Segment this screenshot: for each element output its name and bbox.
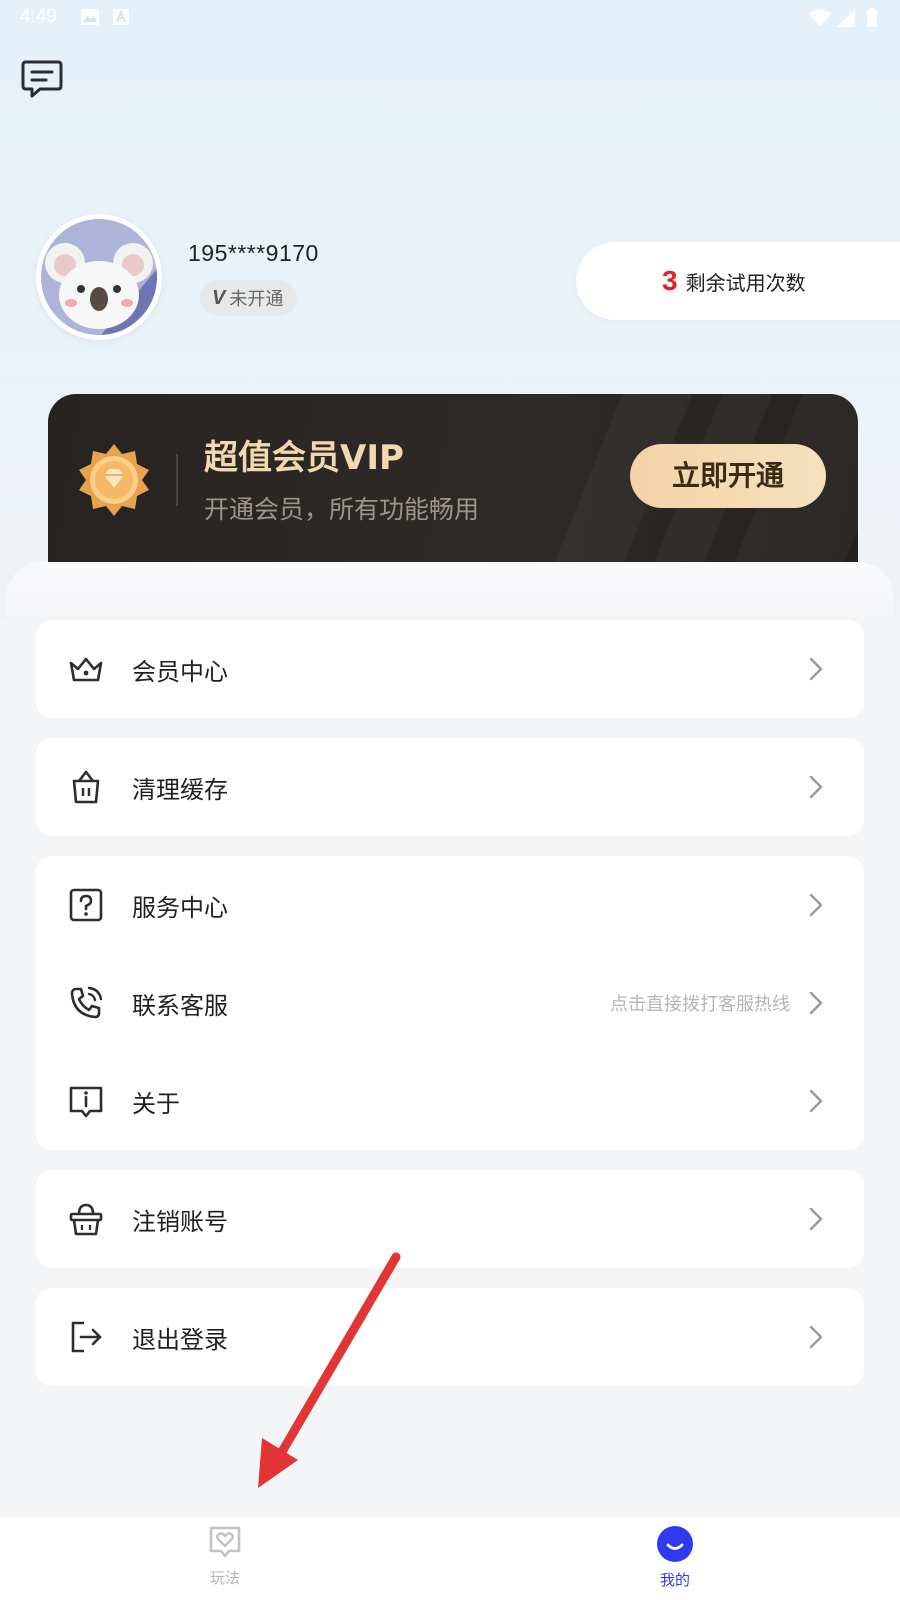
menu-card-delete-account: 注销账号: [36, 1170, 864, 1268]
trash-bin-icon: [72, 770, 100, 804]
about-row[interactable]: 关于: [36, 1052, 864, 1150]
tab-mine[interactable]: 我的: [615, 1525, 735, 1590]
diamond-medal-icon: [79, 444, 149, 516]
crown-icon: [69, 657, 103, 682]
tab-play-label: 玩法: [209, 1569, 240, 1587]
tab-play[interactable]: 玩法: [165, 1525, 285, 1588]
chevron-right-icon: [809, 1089, 823, 1113]
chevron-right-icon: [809, 991, 823, 1015]
open-vip-button[interactable]: 立即开通: [630, 444, 826, 508]
clear-cache-row[interactable]: 清理缓存: [36, 738, 864, 836]
member-center-row[interactable]: 会员中心: [36, 620, 864, 718]
chevron-right-icon: [809, 1207, 823, 1231]
logout-icon: [71, 1321, 102, 1353]
vip-badge-letter: V: [212, 286, 226, 309]
trial-label: 剩余试用次数: [685, 270, 806, 295]
phone-call-icon: [70, 986, 103, 1019]
contact-service-row[interactable]: 联系客服 点击直接拨打客服热线: [36, 954, 864, 1052]
tab-mine-label: 我的: [659, 1571, 690, 1589]
chevron-right-icon: [809, 657, 823, 681]
status-time: 4:49: [20, 6, 57, 27]
vip-promo-card[interactable]: 超值会员VIP 开通会员，所有功能畅用 立即开通: [48, 394, 858, 564]
menu-card-cache: 清理缓存: [36, 738, 864, 836]
wifi-icon: [809, 9, 831, 27]
service-center-row[interactable]: 服务中心: [36, 856, 864, 954]
menu-card-member: 会员中心: [36, 620, 864, 718]
logout-row[interactable]: 退出登录: [36, 1288, 864, 1386]
bottom-tab-bar: 玩法 我的: [0, 1516, 900, 1600]
info-icon: [69, 1086, 103, 1118]
menu-card-logout: 退出登录: [36, 1288, 864, 1386]
avatar[interactable]: [36, 214, 162, 340]
logout-label: 退出登录: [132, 1325, 228, 1354]
battery-icon: [867, 8, 877, 27]
signal-icon: [837, 9, 855, 27]
trial-count-pill[interactable]: 3 剩余试用次数: [576, 242, 900, 320]
chevron-right-icon: [809, 1325, 823, 1349]
app-notification-icon: [113, 9, 129, 25]
content-sheet-top: [6, 562, 894, 622]
service-center-label: 服务中心: [132, 893, 228, 922]
delete-account-row[interactable]: 注销账号: [36, 1170, 864, 1268]
about-label: 关于: [132, 1089, 180, 1118]
menu-card-service: 服务中心 联系客服 点击直接拨打客服热线 关于: [36, 856, 864, 1150]
vip-status-badge: V 未开通: [200, 280, 298, 316]
smile-icon: [657, 1526, 693, 1562]
heart-card-icon: [209, 1526, 241, 1558]
vip-subtitle: 开通会员，所有功能畅用: [204, 495, 480, 524]
contact-hint: 点击直接拨打客服热线: [610, 994, 790, 1015]
koala-avatar-icon: [41, 219, 157, 335]
member-center-label: 会员中心: [132, 657, 228, 686]
phone-number: 195****9170: [188, 240, 319, 266]
contact-service-label: 联系客服: [132, 991, 228, 1020]
clear-cache-label: 清理缓存: [132, 775, 228, 804]
help-icon: [69, 888, 103, 922]
vip-title: 超值会员VIP: [204, 438, 404, 478]
message-icon[interactable]: [20, 58, 64, 100]
delete-account-label: 注销账号: [132, 1207, 228, 1236]
chevron-right-icon: [809, 893, 823, 917]
status-bar: 4:49: [0, 0, 900, 36]
gallery-notification-icon: [81, 9, 99, 25]
card-divider: [176, 454, 178, 506]
vip-status-text: 未开通: [229, 289, 284, 310]
chevron-right-icon: [809, 775, 823, 799]
trial-count: 3: [662, 265, 678, 296]
basket-icon: [69, 1203, 103, 1236]
